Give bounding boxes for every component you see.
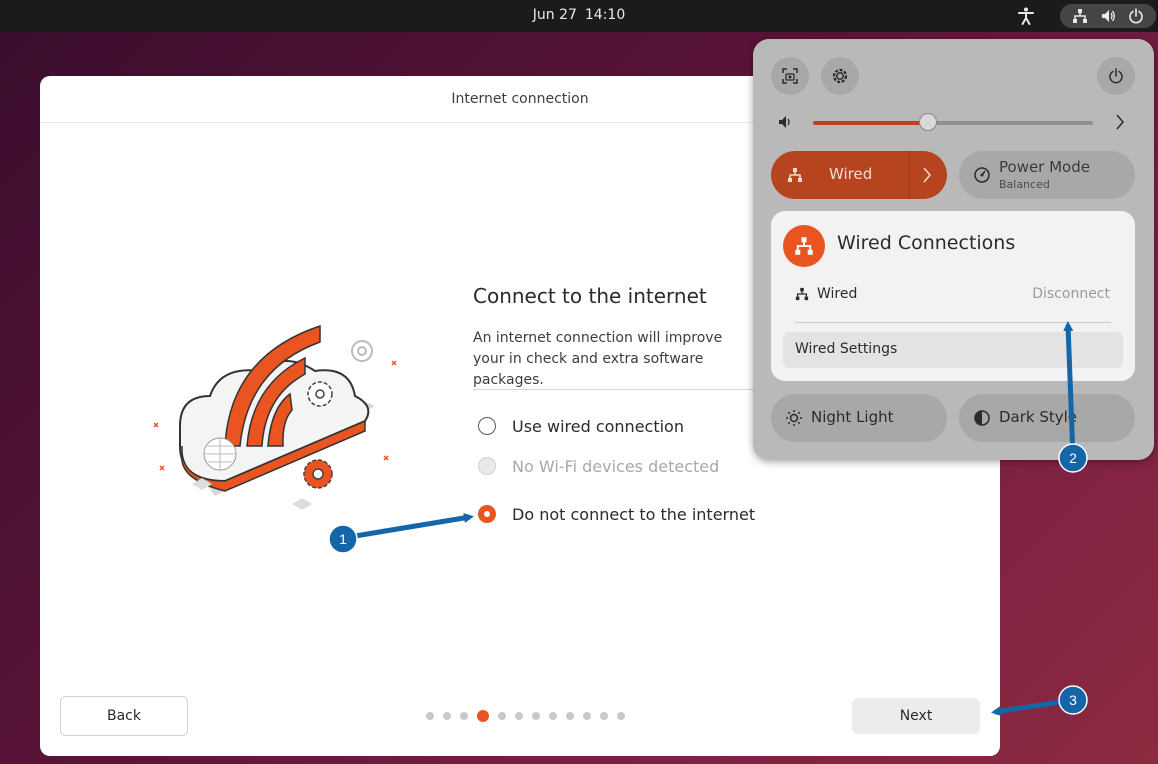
annotation-badge-3: 3 bbox=[1058, 685, 1088, 715]
annotation-arrow-1 bbox=[342, 513, 474, 541]
annotation-badge-1: 1 bbox=[328, 524, 358, 554]
annotation-number-3: 3 bbox=[1069, 692, 1077, 708]
annotation-badge-2: 2 bbox=[1058, 443, 1088, 473]
annotation-arrow-2 bbox=[1063, 321, 1076, 458]
annotation-number-1: 1 bbox=[339, 531, 347, 547]
annotation-layer: 1 2 3 bbox=[328, 321, 1088, 717]
annotation-number-2: 2 bbox=[1069, 450, 1077, 466]
